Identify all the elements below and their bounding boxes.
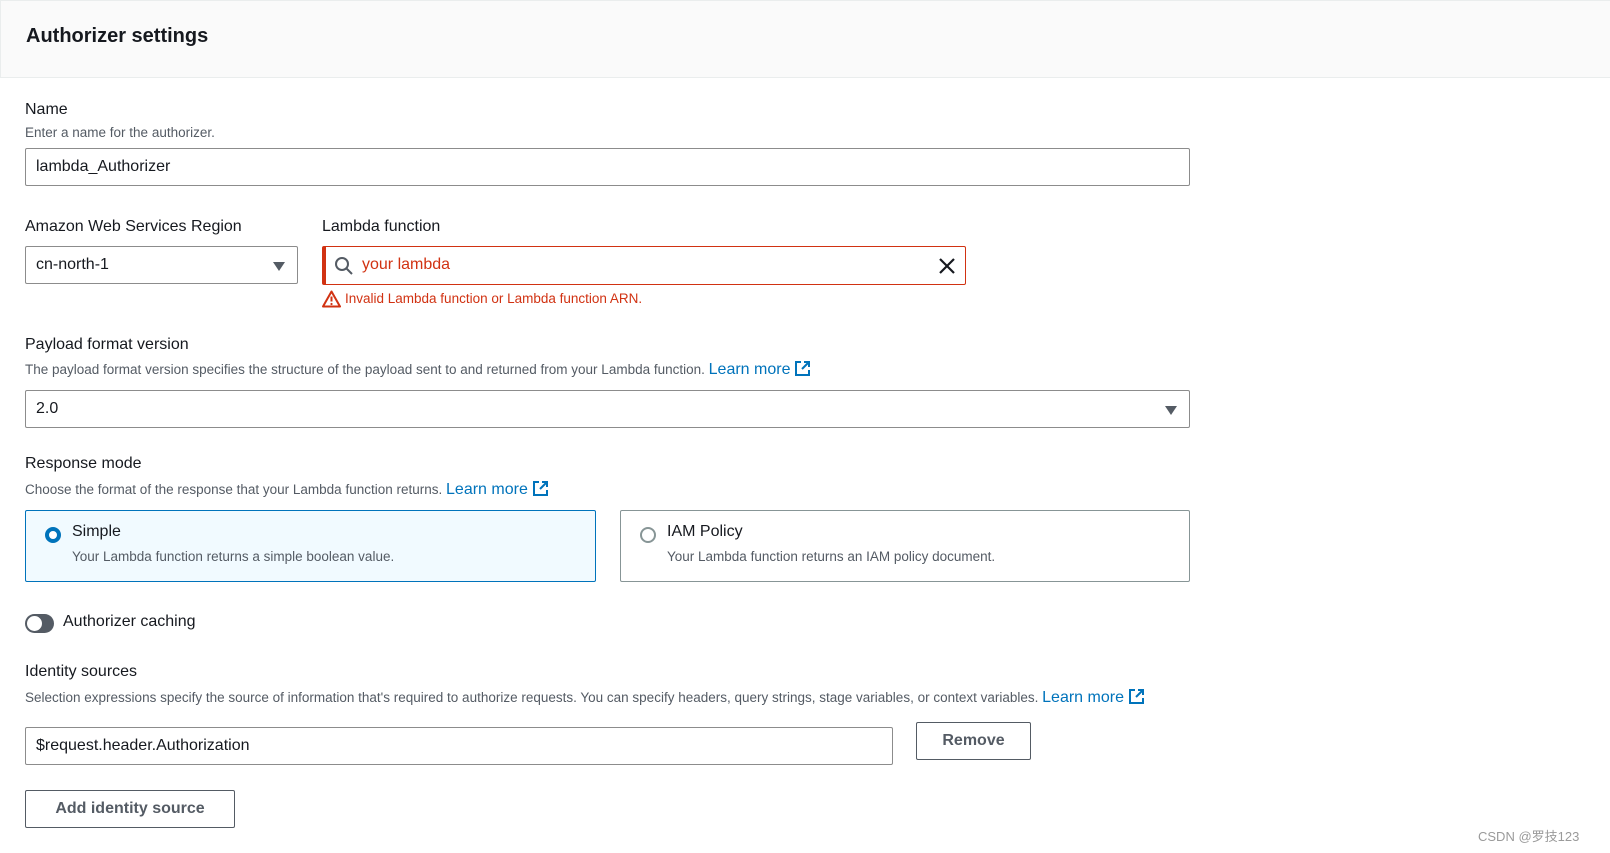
payload-description: The payload format version specifies the… xyxy=(25,360,811,379)
external-link-icon xyxy=(795,361,811,376)
clear-icon[interactable] xyxy=(938,257,956,275)
name-label: Name xyxy=(25,101,68,118)
option-title: IAM Policy xyxy=(667,523,743,540)
response-mode-learn-more-text: Learn more xyxy=(446,481,528,498)
radio-button-selected[interactable] xyxy=(45,527,61,543)
warning-icon xyxy=(322,290,341,308)
option-description: Your Lambda function returns an IAM poli… xyxy=(667,549,996,564)
identity-sources-label: Identity sources xyxy=(25,663,138,680)
name-input[interactable]: lambda_Authorizer xyxy=(25,148,1190,186)
external-link-icon xyxy=(532,481,548,496)
panel-header: Authorizer settings xyxy=(0,0,1610,78)
payload-version-select[interactable]: 2.0 xyxy=(25,390,1190,428)
authorizer-caching-label: Authorizer caching xyxy=(63,613,196,630)
region-label: Amazon Web Services Region xyxy=(25,218,242,235)
payload-label: Payload format version xyxy=(25,336,189,353)
caret-down-icon xyxy=(1165,406,1177,415)
payload-learn-more-link[interactable]: Learn more xyxy=(709,361,812,378)
toggle-knob xyxy=(27,616,42,631)
response-mode-description: Choose the format of the response that y… xyxy=(25,480,549,499)
name-description: Enter a name for the authorizer. xyxy=(25,125,215,140)
region-value: cn-north-1 xyxy=(36,256,109,273)
authorizer-caching-toggle[interactable] xyxy=(25,614,54,633)
panel-title: Authorizer settings xyxy=(26,25,209,47)
payload-learn-more-text: Learn more xyxy=(708,361,791,378)
lambda-search-input[interactable]: your lambda xyxy=(322,246,966,285)
option-title: Simple xyxy=(72,523,121,540)
external-link-icon xyxy=(1128,689,1144,704)
identity-learn-more-link[interactable]: Learn more xyxy=(1042,689,1145,706)
payload-version-value: 2.0 xyxy=(36,400,59,417)
lambda-label: Lambda function xyxy=(322,218,441,235)
identity-sources-description-text: Selection expressions specify the source… xyxy=(25,690,1039,705)
response-mode-iam-policy-option[interactable]: IAM Policy Your Lambda function returns … xyxy=(620,510,1190,582)
option-description: Your Lambda function returns a simple bo… xyxy=(72,549,395,564)
caret-down-icon xyxy=(273,262,285,271)
payload-description-text: The payload format version specifies the… xyxy=(25,362,705,377)
response-mode-description-text: Choose the format of the response that y… xyxy=(25,482,443,497)
identity-sources-description: Selection expressions specify the source… xyxy=(25,688,1145,707)
identity-source-input[interactable]: $request.header.Authorization xyxy=(25,727,893,765)
identity-learn-more-text: Learn more xyxy=(1042,689,1124,706)
radio-button[interactable] xyxy=(640,527,656,543)
search-icon xyxy=(335,257,353,275)
watermark: CSDN @罗技123 xyxy=(1478,829,1580,844)
response-mode-simple-option[interactable]: Simple Your Lambda function returns a si… xyxy=(25,510,596,582)
lambda-value: your lambda xyxy=(362,256,451,273)
response-mode-learn-more-link[interactable]: Learn more xyxy=(446,481,549,498)
remove-button[interactable]: Remove xyxy=(916,722,1031,760)
region-select[interactable]: cn-north-1 xyxy=(25,246,298,284)
lambda-error-text: Invalid Lambda function or Lambda functi… xyxy=(345,291,643,306)
response-mode-label: Response mode xyxy=(25,455,142,472)
add-identity-source-button[interactable]: Add identity source xyxy=(25,790,235,828)
